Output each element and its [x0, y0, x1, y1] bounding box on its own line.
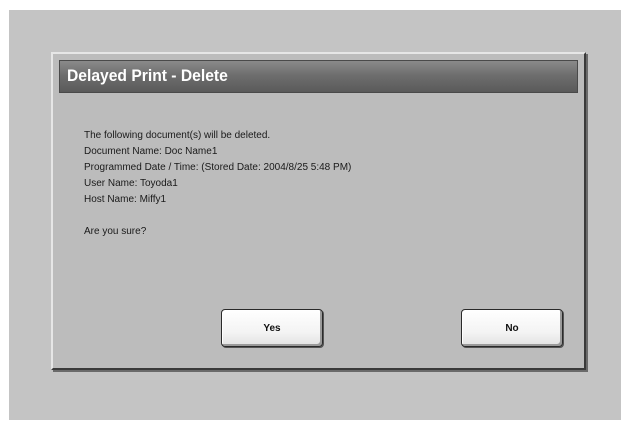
message-line-programmed-date: Programmed Date / Time: (Stored Date: 20… [84, 162, 352, 173]
dialog-message: The following document(s) will be delete… [84, 128, 554, 240]
no-button-label: No [505, 322, 519, 334]
device-screen: Delayed Print - Delete The following doc… [9, 10, 621, 420]
dialog-title: Delayed Print - Delete [67, 66, 228, 85]
confirm-prompt: Are you sure? [84, 226, 147, 237]
message-line-intro: The following document(s) will be delete… [84, 130, 271, 141]
yes-button-label: Yes [263, 322, 281, 334]
yes-button[interactable]: Yes [221, 309, 323, 347]
message-line-host-name: Host Name: Miffy1 [84, 194, 167, 205]
message-line-document-name: Document Name: Doc Name1 [84, 146, 218, 157]
delete-confirmation-dialog: Delayed Print - Delete The following doc… [51, 52, 586, 370]
message-spacer [84, 208, 554, 224]
dialog-title-bar: Delayed Print - Delete [59, 60, 578, 93]
no-button[interactable]: No [461, 309, 563, 347]
message-line-user-name: User Name: Toyoda1 [84, 178, 178, 189]
